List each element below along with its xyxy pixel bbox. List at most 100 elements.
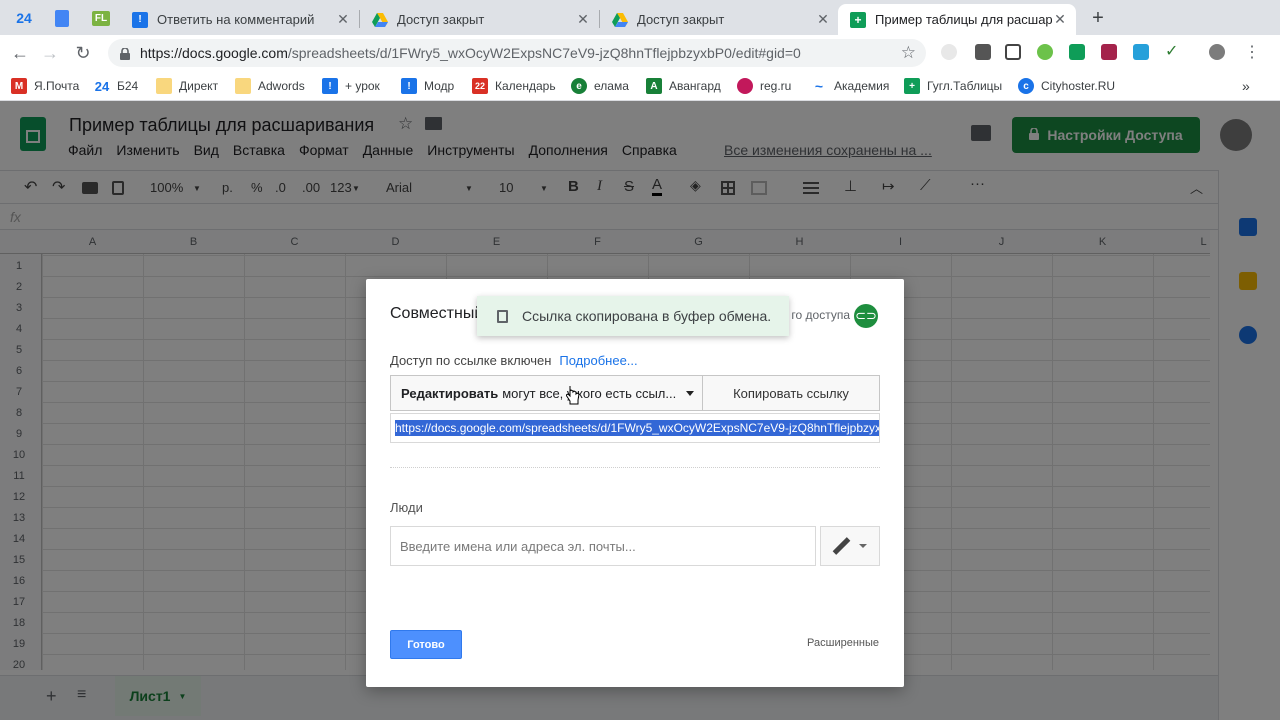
toast-message: Ссылка скопирована в буфер обмена.: [522, 308, 772, 324]
folder-icon: [235, 78, 251, 94]
people-label: Люди: [390, 500, 423, 515]
tab-title: Доступ закрыт: [637, 12, 725, 27]
copy-link-button[interactable]: Копировать ссылку: [702, 375, 880, 411]
caret-down-icon: [686, 391, 694, 396]
bookmark-star-icon[interactable]: ☆: [901, 43, 916, 63]
tab-title: Ответить на комментарий: [157, 12, 315, 27]
mail-icon: M: [11, 78, 27, 94]
new-tab-button[interactable]: +: [1085, 5, 1111, 31]
bookmark-label: Модр: [424, 79, 455, 93]
bookmark-item[interactable]: 24 Б24: [94, 77, 138, 95]
extension-icon[interactable]: [975, 44, 991, 60]
advanced-link[interactable]: Расширенные: [807, 637, 879, 649]
close-icon[interactable]: ✕: [335, 11, 351, 28]
link-access-status: Доступ по ссылке включен: [390, 353, 552, 368]
link-icon[interactable]: ⊂⊃: [854, 304, 878, 328]
bookmark-item[interactable]: e елама: [571, 77, 629, 95]
bookmark-item[interactable]: Директ: [156, 77, 218, 95]
bookmark-label: Я.Почта: [34, 79, 80, 93]
bookmark-item[interactable]: A Авангард: [646, 77, 721, 95]
extension-icon[interactable]: [1005, 44, 1021, 60]
bookmark-item[interactable]: c Cityhoster.RU: [1018, 77, 1115, 95]
sheets-icon: +: [850, 11, 866, 28]
tab-title: Пример таблицы для расшари: [875, 12, 1052, 27]
fl-icon: FL: [91, 10, 111, 26]
close-icon[interactable]: ✕: [815, 11, 831, 28]
drive-icon: [372, 12, 388, 28]
pinned-tab-b24[interactable]: 24: [9, 5, 39, 31]
done-button[interactable]: Готово: [390, 630, 462, 659]
people-input[interactable]: Введите имена или адреса эл. почты...: [390, 526, 816, 566]
bookmark-label: Директ: [179, 79, 219, 93]
bookmark-item[interactable]: ! + урок: [322, 77, 380, 95]
close-icon[interactable]: ✕: [575, 11, 591, 28]
dialog-divider: [390, 467, 880, 468]
feedback-icon: !: [132, 11, 148, 28]
browser-tab-active[interactable]: + Пример таблицы для расшари ✕: [838, 4, 1076, 35]
dialog-title: Совместный: [390, 305, 484, 322]
forward-button[interactable]: →: [39, 42, 61, 64]
extension-icon[interactable]: [1037, 44, 1053, 60]
hand-cursor-icon: [566, 386, 580, 405]
url-path: /spreadsheets/d/1FWry5_wxOcyW2ExpsNC7eV9…: [287, 45, 801, 61]
feedback-icon: !: [401, 78, 417, 94]
bookmark-label: Гугл.Таблицы: [927, 79, 1003, 93]
bookmark-item[interactable]: + Гугл.Таблицы: [904, 77, 1002, 95]
folder-icon: [156, 78, 172, 94]
bookmark-label: reg.ru: [760, 79, 792, 93]
browser-tab[interactable]: ! Ответить на комментарий ✕: [120, 4, 359, 35]
browser-tab[interactable]: Доступ закрыт ✕: [360, 4, 599, 35]
academy-icon: ~: [814, 78, 824, 94]
browser-tab[interactable]: Доступ закрыт ✕: [600, 4, 839, 35]
feedback-icon: !: [322, 78, 338, 94]
regru-icon: [737, 78, 753, 94]
globe-icon: e: [571, 78, 587, 94]
back-button[interactable]: ←: [9, 42, 31, 64]
clipboard-icon: [497, 309, 508, 323]
bookmarks-overflow-icon[interactable]: »: [1242, 77, 1250, 95]
pinned-tab-fl[interactable]: FL: [86, 5, 116, 31]
url-host: https://docs.google.com: [140, 45, 288, 61]
extension-icon[interactable]: [1101, 44, 1117, 60]
browser-menu-icon[interactable]: ⋮: [1244, 42, 1260, 62]
get-link-label[interactable]: го доступа: [791, 308, 850, 322]
bookmark-label: Календарь: [495, 79, 556, 93]
bookmark-label: елама: [594, 79, 629, 93]
extension-icon[interactable]: [1069, 44, 1085, 60]
bookmark-item[interactable]: Adwords: [235, 77, 305, 95]
extension-icon[interactable]: [1133, 44, 1149, 60]
extension-icon[interactable]: ✓: [1165, 44, 1181, 60]
profile-avatar[interactable]: [1209, 44, 1225, 60]
bookmark-item[interactable]: ~ Академия: [811, 77, 889, 95]
people-permission-button[interactable]: [820, 526, 880, 566]
extension-icon[interactable]: [941, 44, 957, 60]
bookmark-item[interactable]: 22 Календарь: [472, 77, 556, 95]
share-link-text: https://docs.google.com/spreadsheets/d/1…: [395, 420, 879, 436]
calendar-icon: 22: [472, 78, 488, 94]
address-bar[interactable]: https://docs.google.com/spreadsheets/d/1…: [108, 39, 926, 67]
bookmark-item[interactable]: M Я.Почта: [11, 77, 79, 95]
bookmark-item[interactable]: reg.ru: [737, 77, 791, 95]
bookmark-label: Академия: [834, 79, 890, 93]
pinned-tab-docs[interactable]: [47, 5, 77, 31]
permission-description: могут все, у кого есть ссыл...: [502, 385, 677, 401]
share-dialog: Совместный го доступа ⊂⊃ Ссылка скопиров…: [366, 279, 904, 687]
link-permission-select[interactable]: Редактировать могут все, у кого есть ссы…: [390, 375, 703, 411]
docs-icon: [55, 9, 69, 27]
share-link-field[interactable]: https://docs.google.com/spreadsheets/d/1…: [390, 413, 880, 443]
browser-tab-strip: 24 FL ! Ответить на комментарий ✕ Доступ…: [0, 0, 1280, 35]
bookmark-item[interactable]: ! Модр: [401, 77, 454, 95]
pencil-icon: [833, 538, 849, 554]
bookmarks-bar: M Я.Почта 24 Б24 Директ Adwords ! + урок ! М…: [0, 71, 1280, 101]
permission-level: Редактировать: [401, 385, 499, 401]
reload-button[interactable]: ↻: [72, 42, 94, 64]
learn-more-link[interactable]: Подробнее...: [559, 353, 637, 368]
bookmark-label: + урок: [345, 79, 380, 93]
copied-toast: Ссылка скопирована в буфер обмена.: [477, 296, 789, 336]
drive-icon: [612, 12, 628, 28]
tab-title: Доступ закрыт: [397, 12, 485, 27]
close-icon[interactable]: ✕: [1052, 11, 1068, 28]
lock-icon: [120, 47, 130, 60]
avangard-icon: A: [646, 78, 662, 94]
sheets-icon: +: [904, 78, 920, 94]
